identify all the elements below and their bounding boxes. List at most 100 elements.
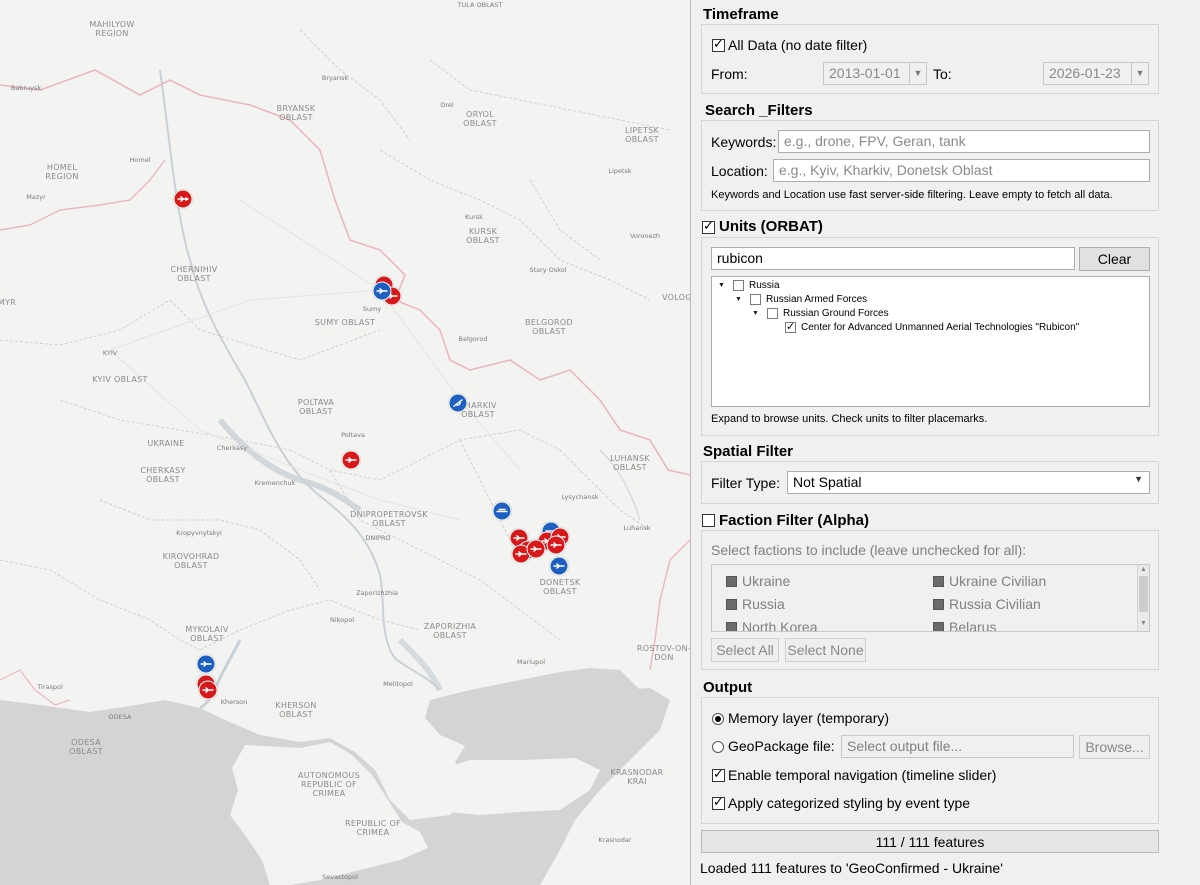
units-tree[interactable]: ▼ Russia ▼ Russian Armed Forces ▼ Russia… <box>711 276 1150 407</box>
to-label: To: <box>933 66 952 82</box>
city-label: Luhansk <box>623 524 651 532</box>
region-label: DNIPROPETROVSK OBLAST <box>350 510 428 528</box>
event-marker-blue[interactable] <box>492 501 512 521</box>
faction-filter-checkbox[interactable] <box>702 514 715 527</box>
event-marker-red[interactable] <box>341 450 361 470</box>
select-all-button[interactable]: Select All <box>711 638 779 662</box>
region-label: POLTAVA OBLAST <box>297 398 335 416</box>
temporal-navigation-label: Enable temporal navigation (timeline sli… <box>728 767 997 783</box>
expand-icon[interactable]: ▼ <box>735 296 742 303</box>
faction-item[interactable]: Russia Civilian <box>949 596 1041 612</box>
tree-checkbox[interactable] <box>733 280 744 291</box>
tree-checkbox[interactable] <box>750 294 761 305</box>
event-marker-red[interactable] <box>526 539 546 559</box>
categorized-styling-checkbox[interactable] <box>712 795 725 810</box>
location-input[interactable]: e.g., Kyiv, Kharkiv, Donetsk Oblast <box>773 159 1150 182</box>
region-label: DONETSK OBLAST <box>539 578 581 596</box>
faction-item[interactable]: Ukraine Civilian <box>949 573 1046 589</box>
tree-checkbox[interactable] <box>785 320 796 333</box>
units-search-input[interactable]: rubicon <box>711 247 1075 270</box>
region-label: ORYOL OBLAST <box>463 110 497 128</box>
map-canvas[interactable]: MAHILYOW REGION HOMEL REGION BRYANSK OBL… <box>0 0 690 885</box>
city-label: Kropyvnytskyi <box>176 529 222 537</box>
region-label: BRYANSK OBLAST <box>276 104 316 122</box>
region-label: ODESA OBLAST <box>69 738 103 756</box>
city-label: Zaporizhzhia <box>356 589 398 597</box>
progress-text: 111 / 111 features <box>875 834 985 850</box>
units-group: rubicon Clear ▼ Russia ▼ Russian Armed F… <box>701 237 1159 436</box>
faction-item[interactable]: Belarus <box>949 619 996 631</box>
event-marker-red[interactable] <box>173 189 193 209</box>
search-filters-group: Keywords: e.g., drone, FPV, Geran, tank … <box>701 120 1159 211</box>
faction-color-swatch <box>933 599 944 610</box>
spatial-filter-title: Spatial Filter <box>703 443 794 460</box>
tree-checkbox[interactable] <box>767 308 778 319</box>
filter-type-select[interactable]: Not Spatial ▼ <box>787 471 1150 494</box>
city-label: DNIPRO <box>365 534 391 542</box>
city-label: Sevastopol <box>322 873 358 881</box>
expand-icon[interactable]: ▼ <box>752 310 759 317</box>
units-checkbox[interactable] <box>702 219 715 234</box>
region-label: UKRAINE <box>147 439 185 448</box>
faction-item[interactable]: Russia <box>742 596 785 612</box>
output-title: Output <box>703 679 753 696</box>
city-label: Stary Oskol <box>529 266 567 274</box>
faction-instructions: Select factions to include (leave unchec… <box>711 542 1027 558</box>
city-label: Bryansk <box>321 74 349 82</box>
memory-layer-label: Memory layer (temporary) <box>728 710 890 726</box>
import-settings-panel: Timeframe All Data (no date filter) From… <box>690 0 1200 885</box>
city-label: Cherkasy <box>216 444 248 452</box>
clear-button[interactable]: Clear <box>1079 247 1150 271</box>
temporal-navigation-checkbox[interactable] <box>712 767 725 782</box>
from-label: From: <box>711 66 748 82</box>
search-filters-note: Keywords and Location use fast server-si… <box>711 189 1113 201</box>
event-marker-red[interactable] <box>198 680 218 700</box>
browse-button[interactable]: Browse... <box>1079 735 1150 759</box>
chevron-down-icon[interactable]: ▼ <box>1134 474 1143 484</box>
faction-item[interactable]: North Korea <box>742 619 817 631</box>
region-label: ZAPORIZHIA OBLAST <box>423 622 477 640</box>
output-group: Memory layer (temporary) GeoPackage file… <box>701 697 1159 824</box>
status-text: Loaded 111 features to 'GeoConfirmed - U… <box>700 860 1003 876</box>
faction-color-swatch <box>726 576 737 587</box>
region-label: REPUBLIC OF CRIMEA <box>345 819 401 837</box>
city-label: Homel <box>129 156 151 164</box>
progress-bar: 111 / 111 features <box>701 830 1159 853</box>
event-marker-blue[interactable] <box>196 654 216 674</box>
region-label: SUMY OBLAST <box>314 318 376 327</box>
region-label: MYR <box>0 298 17 307</box>
faction-color-swatch <box>933 576 944 587</box>
region-label: BELGOROD OBLAST <box>525 318 573 336</box>
to-date-field[interactable]: 2026-01-23 ▼ <box>1043 62 1149 85</box>
city-label: Belgorod <box>458 335 488 343</box>
event-marker-blue[interactable] <box>448 393 468 413</box>
all-data-checkbox[interactable] <box>712 37 725 52</box>
city-label: Tiraspol <box>37 683 63 691</box>
region-label: KHERSON OBLAST <box>275 701 317 719</box>
faction-list-scrollbar[interactable]: ▲ ▼ <box>1137 565 1149 631</box>
faction-item[interactable]: Ukraine <box>742 573 790 589</box>
event-marker-blue[interactable] <box>372 281 392 301</box>
scroll-down-icon[interactable]: ▼ <box>1140 620 1147 627</box>
faction-list[interactable]: Ukraine Ukraine Civilian Russia Russia C… <box>711 564 1150 632</box>
scroll-up-icon[interactable]: ▲ <box>1140 566 1147 573</box>
chevron-down-icon[interactable]: ▼ <box>909 63 926 84</box>
city-label: Babruysk <box>10 84 42 92</box>
faction-color-swatch <box>726 622 737 631</box>
chevron-down-icon[interactable]: ▼ <box>1131 63 1148 84</box>
keywords-input[interactable]: e.g., drone, FPV, Geran, tank <box>778 130 1150 153</box>
geopackage-radio[interactable] <box>712 741 724 753</box>
memory-layer-radio[interactable] <box>712 713 724 725</box>
city-label: Krasnodar <box>598 836 632 844</box>
city-label: KYIV <box>102 349 118 357</box>
city-label: ODESA <box>108 713 132 721</box>
expand-icon[interactable]: ▼ <box>718 282 725 289</box>
geopackage-path-input[interactable]: Select output file... <box>841 735 1074 758</box>
scrollbar-thumb[interactable] <box>1139 576 1148 612</box>
event-marker-blue[interactable] <box>549 556 569 576</box>
categorized-styling-label: Apply categorized styling by event type <box>728 795 971 811</box>
event-marker-red[interactable] <box>546 535 566 555</box>
from-date-field[interactable]: 2013-01-01 ▼ <box>823 62 927 85</box>
select-none-button[interactable]: Select None <box>785 638 866 662</box>
city-label: Lysychansk <box>561 493 599 501</box>
